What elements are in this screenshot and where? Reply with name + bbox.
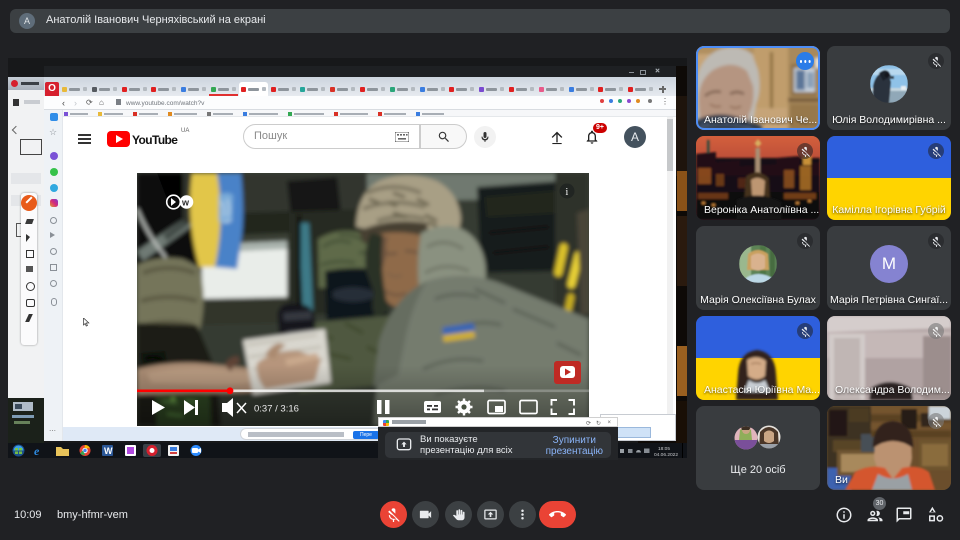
svg-text:w: w <box>181 198 190 208</box>
svg-text:i: i <box>566 187 569 198</box>
svg-text:04.06.2022: 04.06.2022 <box>654 452 678 458</box>
svg-text:18:05: 18:05 <box>658 446 670 452</box>
svg-text:W: W <box>104 446 113 456</box>
svg-text:e: e <box>34 444 40 458</box>
svg-text:0:37 / 3:16: 0:37 / 3:16 <box>254 404 299 415</box>
